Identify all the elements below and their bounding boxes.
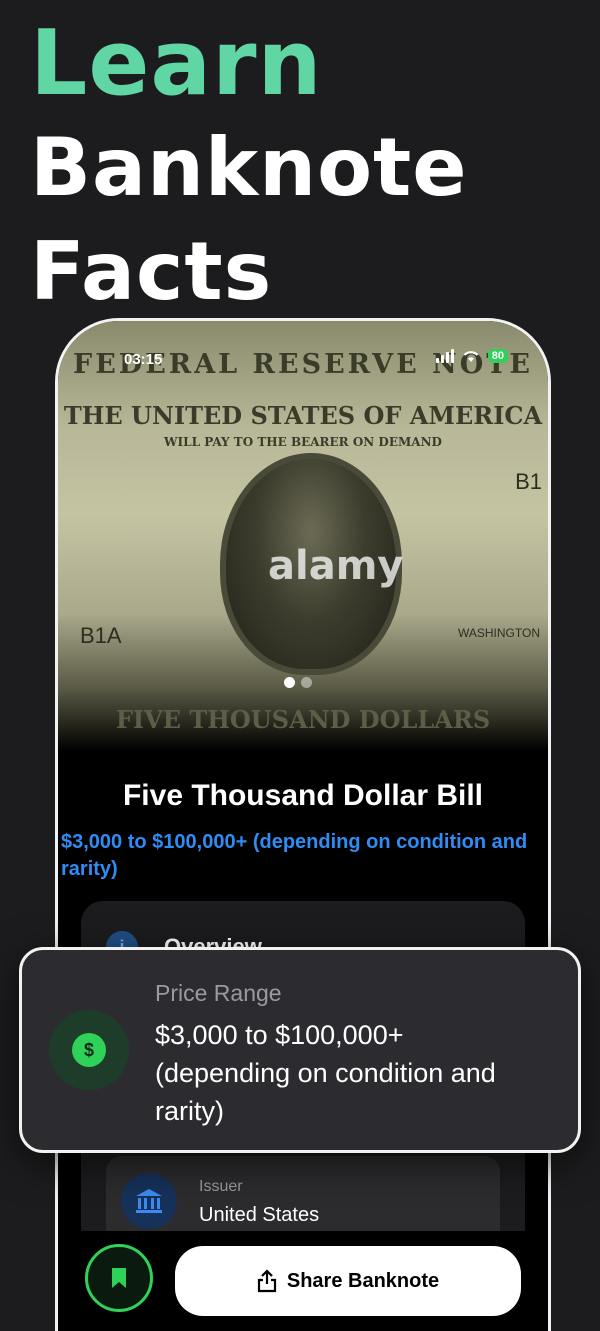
- carousel-dot[interactable]: [301, 677, 312, 688]
- note-country-text: THE UNITED STATES OF AMERICA: [63, 401, 543, 430]
- note-promise-text: WILL PAY TO THE BEARER ON DEMAND: [164, 435, 442, 449]
- bookmark-button[interactable]: [85, 1244, 153, 1312]
- share-icon: [257, 1269, 276, 1293]
- headline-line-3: Facts: [30, 225, 273, 318]
- carousel-dots[interactable]: [284, 677, 312, 688]
- headline-line-2: Banknote: [30, 121, 468, 214]
- note-denomination-text: FIVE THOUSAND DOLLARS: [115, 705, 491, 734]
- banknote-title: Five Thousand Dollar Bill: [122, 779, 484, 812]
- status-icons: 80: [435, 349, 508, 363]
- price-range-text: $3,000 to $100,000+ (depending on condit…: [61, 831, 528, 880]
- headline-line-1: Learn: [30, 11, 323, 116]
- bottom-action-bar: Share Banknote: [58, 1231, 548, 1331]
- carousel-dot[interactable]: [284, 677, 295, 688]
- share-label: Share Banknote: [286, 1269, 440, 1292]
- signal-icon: [435, 349, 454, 363]
- banknote-image: FEDERAL RESERVE NOTE THE UNITED STATES O…: [58, 321, 548, 751]
- callout-value: $3,000 to $100,000+ (depending on condit…: [155, 1020, 496, 1126]
- wifi-icon: [463, 351, 479, 362]
- status-time: 03:15: [124, 351, 163, 368]
- dollar-icon: $: [49, 1010, 129, 1090]
- battery-indicator: 80: [487, 349, 508, 363]
- issuer-label: Issuer: [199, 1178, 243, 1195]
- serial-right: B1: [515, 469, 542, 494]
- issuer-value: United States: [199, 1204, 320, 1226]
- phone-frame: FEDERAL RESERVE NOTE THE UNITED STATES O…: [55, 318, 551, 1331]
- signer-text: WASHINGTON: [457, 626, 540, 640]
- callout-label: Price Range: [155, 980, 282, 1006]
- bank-icon: [121, 1173, 177, 1229]
- share-banknote-button[interactable]: Share Banknote: [175, 1246, 521, 1316]
- serial-left: B1A: [80, 623, 122, 648]
- bookmark-icon: [112, 1268, 126, 1288]
- headline: Learn Banknote Facts: [30, 12, 468, 324]
- watermark: alamy: [268, 543, 404, 589]
- price-range-callout: $ Price Range $3,000 to $100,000+ (depen…: [19, 947, 581, 1153]
